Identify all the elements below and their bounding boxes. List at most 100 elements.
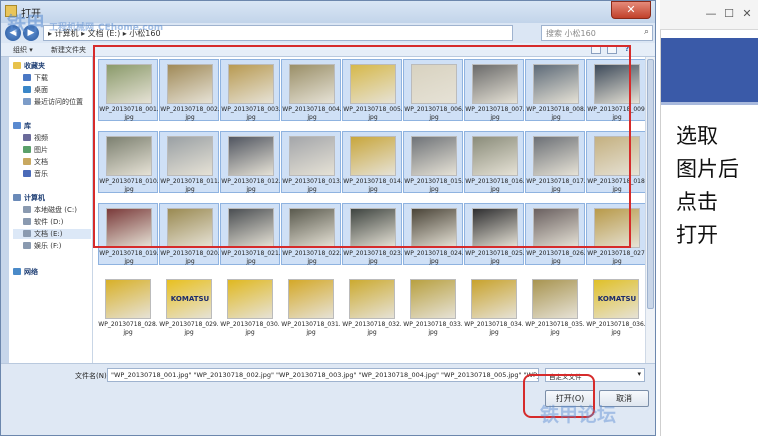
nav-item-music[interactable]: 音乐 <box>23 169 48 179</box>
scrollbar-thumb[interactable] <box>647 59 654 309</box>
background-window-titlebar: — ☐ ✕ <box>660 0 758 30</box>
file-thumbnail[interactable]: WP_20130718_005.jpg <box>342 59 403 121</box>
file-thumbnail[interactable]: WP_20130718_001.jpg <box>98 59 159 121</box>
file-thumbnail[interactable]: WP_20130718_010.jpg <box>98 131 159 193</box>
nav-network[interactable]: 网络 <box>13 267 38 277</box>
file-thumbnail[interactable]: WP_20130718_035.jpg <box>525 275 585 337</box>
file-thumbnail[interactable]: WP_20130718_031.jpg <box>281 275 341 337</box>
search-placeholder: 搜索 小松160 <box>546 29 596 38</box>
file-name-label: WP_20130718_011.jpg <box>160 178 220 193</box>
file-name-label: WP_20130718_021.jpg <box>221 250 281 265</box>
minimize-icon: — <box>705 7 717 20</box>
close-button[interactable]: ✕ <box>611 1 651 19</box>
file-thumbnail[interactable]: WP_20130718_007.jpg <box>464 59 525 121</box>
file-thumbnail[interactable]: WP_20130718_032.jpg <box>342 275 402 337</box>
file-name-label: WP_20130718_032.jpg <box>342 321 402 336</box>
filename-input[interactable]: "WP_20130718_001.jpg" "WP_20130718_002.j… <box>107 368 539 382</box>
close-icon: ✕ <box>742 7 752 20</box>
photo-preview <box>105 279 151 319</box>
file-name-label: WP_20130718_015.jpg <box>404 178 464 193</box>
file-thumbnail[interactable]: WP_20130718_002.jpg <box>159 59 220 121</box>
file-thumbnail[interactable]: WP_20130718_023.jpg <box>342 203 403 265</box>
file-thumbnail[interactable]: WP_20130718_011.jpg <box>159 131 220 193</box>
file-thumbnail[interactable]: WP_20130718_004.jpg <box>281 59 342 121</box>
drive-icon <box>23 206 31 213</box>
file-thumbnail[interactable]: WP_20130718_008.jpg <box>525 59 586 121</box>
preview-pane-icon[interactable] <box>607 45 617 54</box>
file-thumbnail[interactable]: WP_20130718_034.jpg <box>464 275 524 337</box>
photo-preview <box>411 64 457 104</box>
file-name-label: WP_20130718_020.jpg <box>160 250 220 265</box>
file-thumbnail[interactable]: WP_20130718_028.jpg <box>98 275 158 337</box>
vertical-scrollbar[interactable] <box>645 57 655 363</box>
file-thumbnail[interactable]: WP_20130718_014.jpg <box>342 131 403 193</box>
file-thumbnail[interactable]: WP_20130718_022.jpg <box>281 203 342 265</box>
nav-item-label: 桌面 <box>34 86 48 94</box>
nav-item-desktop[interactable]: 桌面 <box>23 85 48 95</box>
file-thumbnail[interactable]: WP_20130718_033.jpg <box>403 275 463 337</box>
file-thumbnail[interactable]: WP_20130718_013.jpg <box>281 131 342 193</box>
file-thumbnail[interactable]: WP_20130718_026.jpg <box>525 203 586 265</box>
file-thumbnail[interactable]: WP_20130718_021.jpg <box>220 203 281 265</box>
photo-preview <box>472 136 518 176</box>
file-name-label: WP_20130718_003.jpg <box>221 106 281 121</box>
search-input[interactable]: 搜索 小松160 ⌕ <box>541 25 653 41</box>
drive-icon <box>23 218 31 225</box>
nav-item-documents[interactable]: 文档 <box>23 157 48 167</box>
file-thumbnail[interactable]: WP_20130718_009.jpg <box>586 59 647 121</box>
file-name-label: WP_20130718_004.jpg <box>282 106 342 121</box>
file-thumbnail[interactable]: WP_20130718_018.jpg <box>586 131 647 193</box>
file-thumbnail[interactable]: WP_20130718_020.jpg <box>159 203 220 265</box>
file-name-label: WP_20130718_027.jpg <box>587 250 647 265</box>
nav-libraries[interactable]: 库 <box>13 121 31 131</box>
file-type-select[interactable]: 自定义文件 ▾ <box>545 368 645 382</box>
file-thumbnail[interactable]: KOMATSU WP_20130718_029.jpg <box>159 275 219 337</box>
file-thumbnail[interactable]: WP_20130718_019.jpg <box>98 203 159 265</box>
nav-item-drive-d[interactable]: 软件 (D:) <box>23 217 63 227</box>
chevron-down-icon: ▾ <box>637 370 641 378</box>
file-name-label: WP_20130718_002.jpg <box>160 106 220 121</box>
photo-preview <box>228 64 274 104</box>
file-thumbnail[interactable]: WP_20130718_015.jpg <box>403 131 464 193</box>
nav-item-videos[interactable]: 视频 <box>23 133 48 143</box>
photo-preview <box>289 136 335 176</box>
file-thumbnail[interactable]: WP_20130718_006.jpg <box>403 59 464 121</box>
photo-preview <box>349 279 395 319</box>
file-thumbnail[interactable]: WP_20130718_027.jpg <box>586 203 647 265</box>
nav-item-recent[interactable]: 最近访问的位置 <box>23 97 83 107</box>
view-options-icon[interactable] <box>591 45 601 54</box>
new-folder-button[interactable]: 新建文件夹 <box>51 45 86 55</box>
file-name-label: WP_20130718_012.jpg <box>221 178 281 193</box>
help-icon[interactable]: ? <box>625 45 629 53</box>
file-name-label: WP_20130718_028.jpg <box>98 321 158 336</box>
file-thumbnail[interactable]: WP_20130718_030.jpg <box>220 275 280 337</box>
file-thumbnail[interactable]: WP_20130718_024.jpg <box>403 203 464 265</box>
open-file-dialog: 打开 ✕ ◀ ▶ ▸ 计算机 ▸ 文档 (E:) ▸ 小松160 搜索 小松16… <box>0 0 656 436</box>
recent-places-icon <box>23 98 31 105</box>
organize-menu[interactable]: 组织 ▾ <box>13 45 33 55</box>
photo-preview <box>167 136 213 176</box>
instruction-line: 图片后 <box>676 157 739 181</box>
nav-item-label: 图片 <box>34 146 48 154</box>
nav-computer[interactable]: 计算机 <box>13 193 45 203</box>
file-name-label: WP_20130718_030.jpg <box>220 321 280 336</box>
nav-item-drive-e[interactable]: 文档 (E:) <box>13 229 91 239</box>
file-thumbnail[interactable]: WP_20130718_025.jpg <box>464 203 525 265</box>
photo-preview <box>533 208 579 248</box>
nav-item-pictures[interactable]: 图片 <box>23 145 48 155</box>
nav-item-downloads[interactable]: 下载 <box>23 73 48 83</box>
nav-item-label: 下载 <box>34 74 48 82</box>
file-name-label: WP_20130718_017.jpg <box>526 178 586 193</box>
desktop-icon <box>23 86 31 93</box>
file-thumbnail[interactable]: WP_20130718_012.jpg <box>220 131 281 193</box>
file-thumbnail[interactable]: WP_20130718_016.jpg <box>464 131 525 193</box>
nav-favorites[interactable]: 收藏夹 <box>13 61 45 71</box>
photo-preview <box>106 136 152 176</box>
nav-item-drive-f[interactable]: 娱乐 (F:) <box>23 241 62 251</box>
file-type-value: 自定义文件 <box>549 373 582 381</box>
nav-item-drive-c[interactable]: 本地磁盘 (C:) <box>23 205 77 215</box>
photo-preview <box>471 279 517 319</box>
file-thumbnail[interactable]: KOMATSU WP_20130718_036.jpg <box>586 275 646 337</box>
file-thumbnail[interactable]: WP_20130718_017.jpg <box>525 131 586 193</box>
file-thumbnail[interactable]: WP_20130718_003.jpg <box>220 59 281 121</box>
